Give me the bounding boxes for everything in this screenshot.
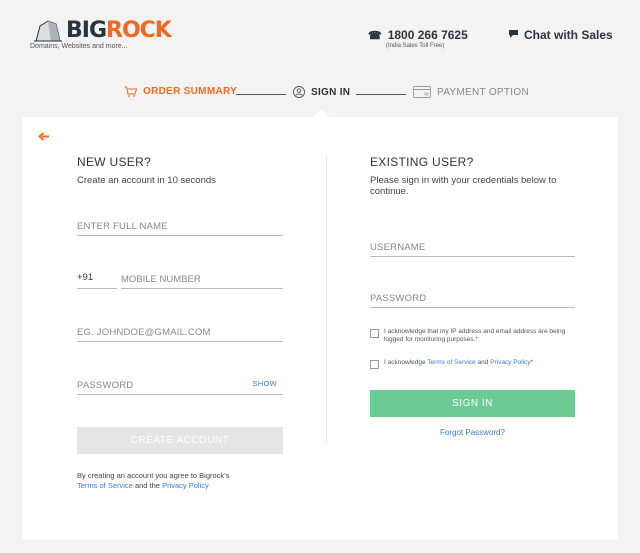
agreement-text: By creating an account you agree to Bigr… bbox=[77, 471, 287, 491]
existing-user-subtitle: Please sign in with your credentials bel… bbox=[370, 175, 557, 197]
forgot-password-row: Forgot Password? bbox=[370, 428, 575, 437]
phone-number: 1800 266 7625 bbox=[387, 28, 468, 42]
chat-with-sales-button[interactable]: Chat with Sales bbox=[508, 28, 613, 42]
ack-terms-row: I acknowledge Terms of Service and Priva… bbox=[370, 359, 575, 369]
agreement-prefix: By creating an account you agree to Bigr… bbox=[77, 471, 230, 480]
step-order-summary[interactable]: ORDER SUMMARY bbox=[124, 86, 237, 97]
step-connector bbox=[356, 94, 406, 95]
step-connector bbox=[236, 94, 286, 95]
checkout-steps: ORDER SUMMARY SIGN IN PAYMENT OPTION bbox=[0, 84, 640, 104]
phone-note: (India Sales Toll Free) bbox=[386, 43, 445, 49]
username-field bbox=[370, 237, 575, 257]
new-user-subtitle: Create an account in 10 seconds bbox=[77, 175, 216, 186]
terms-of-service-link[interactable]: Terms of Service bbox=[77, 481, 133, 490]
ack-ip-checkbox[interactable] bbox=[370, 329, 379, 338]
ack-ip-row: I acknowledge that my IP address and ema… bbox=[370, 328, 575, 344]
chat-label: Chat with Sales bbox=[524, 28, 613, 42]
ack-terms-and: and bbox=[477, 359, 489, 366]
privacy-policy-link[interactable]: Privacy Policy bbox=[162, 481, 209, 490]
existing-user-title: EXISTING USER? bbox=[370, 155, 474, 169]
cart-icon bbox=[124, 86, 137, 97]
sign-in-button[interactable]: SIGN IN bbox=[370, 390, 575, 417]
step-sign-in: SIGN IN bbox=[293, 86, 350, 98]
back-arrow-icon[interactable] bbox=[37, 129, 50, 144]
ack-ip-text: I acknowledge that my IP address and ema… bbox=[384, 328, 566, 343]
user-circle-icon bbox=[293, 86, 305, 98]
credit-card-icon bbox=[413, 86, 431, 98]
logo-rock: ROCK bbox=[106, 18, 172, 43]
country-code: +91 bbox=[77, 272, 94, 283]
chat-bubble-icon bbox=[508, 29, 519, 42]
bigrock-logo[interactable]: BIGROCK Domains, Websites and more... bbox=[30, 18, 180, 58]
forgot-password-link[interactable]: Forgot Password? bbox=[440, 428, 505, 437]
ack-terms-checkbox[interactable] bbox=[370, 360, 379, 369]
logo-big: BIG bbox=[66, 18, 107, 43]
full-name-field bbox=[77, 216, 283, 236]
step-order-summary-label: ORDER SUMMARY bbox=[143, 86, 238, 97]
agreement-and: and the bbox=[134, 481, 160, 490]
card-pointer bbox=[313, 109, 329, 117]
ack-terms-prefix: I acknowledge bbox=[384, 359, 426, 366]
create-account-button[interactable]: CREATE ACCOUNT bbox=[77, 427, 283, 454]
step-payment-option: PAYMENT OPTION bbox=[413, 86, 529, 98]
header: BIGROCK Domains, Websites and more... ☎ … bbox=[0, 0, 640, 70]
new-user-title: NEW USER? bbox=[77, 155, 152, 169]
existing-user-section: EXISTING USER? Please sign in with your … bbox=[370, 155, 575, 197]
logo-wordmark: BIGROCK bbox=[66, 18, 172, 43]
ack-terms-of-service-link[interactable]: Terms of Service bbox=[427, 359, 475, 366]
signin-password-field bbox=[370, 288, 575, 308]
phone-row: ☎ 1800 266 7625 bbox=[368, 28, 478, 42]
ack-terms-asterisk: * bbox=[530, 359, 534, 366]
signin-password-input[interactable] bbox=[370, 289, 575, 308]
logo-rock-icon bbox=[34, 20, 62, 42]
step-sign-in-label: SIGN IN bbox=[311, 86, 351, 98]
show-password-toggle[interactable]: SHOW bbox=[252, 379, 277, 388]
new-password-field: SHOW bbox=[77, 375, 283, 395]
ack-terms-text: I acknowledge Terms of Service and Priva… bbox=[384, 359, 533, 369]
email-field bbox=[77, 322, 283, 342]
mobile-number-input[interactable] bbox=[121, 270, 283, 289]
logo-tagline: Domains, Websites and more... bbox=[30, 43, 128, 50]
card-zigzag-edge bbox=[22, 536, 618, 541]
email-input[interactable] bbox=[77, 323, 283, 342]
phone-icon: ☎ bbox=[368, 29, 382, 42]
ack-privacy-policy-link[interactable]: Privacy Policy bbox=[490, 359, 530, 366]
step-payment-option-label: PAYMENT OPTION bbox=[437, 86, 529, 98]
username-input[interactable] bbox=[370, 238, 575, 257]
new-user-section: NEW USER? Create an account in 10 second… bbox=[77, 155, 283, 186]
sales-phone[interactable]: ☎ 1800 266 7625 (India Sales Toll Free) bbox=[368, 28, 478, 49]
country-code-field[interactable]: +91 bbox=[77, 269, 117, 289]
full-name-input[interactable] bbox=[77, 217, 283, 236]
column-divider bbox=[326, 156, 327, 443]
mobile-number-field bbox=[121, 269, 283, 289]
